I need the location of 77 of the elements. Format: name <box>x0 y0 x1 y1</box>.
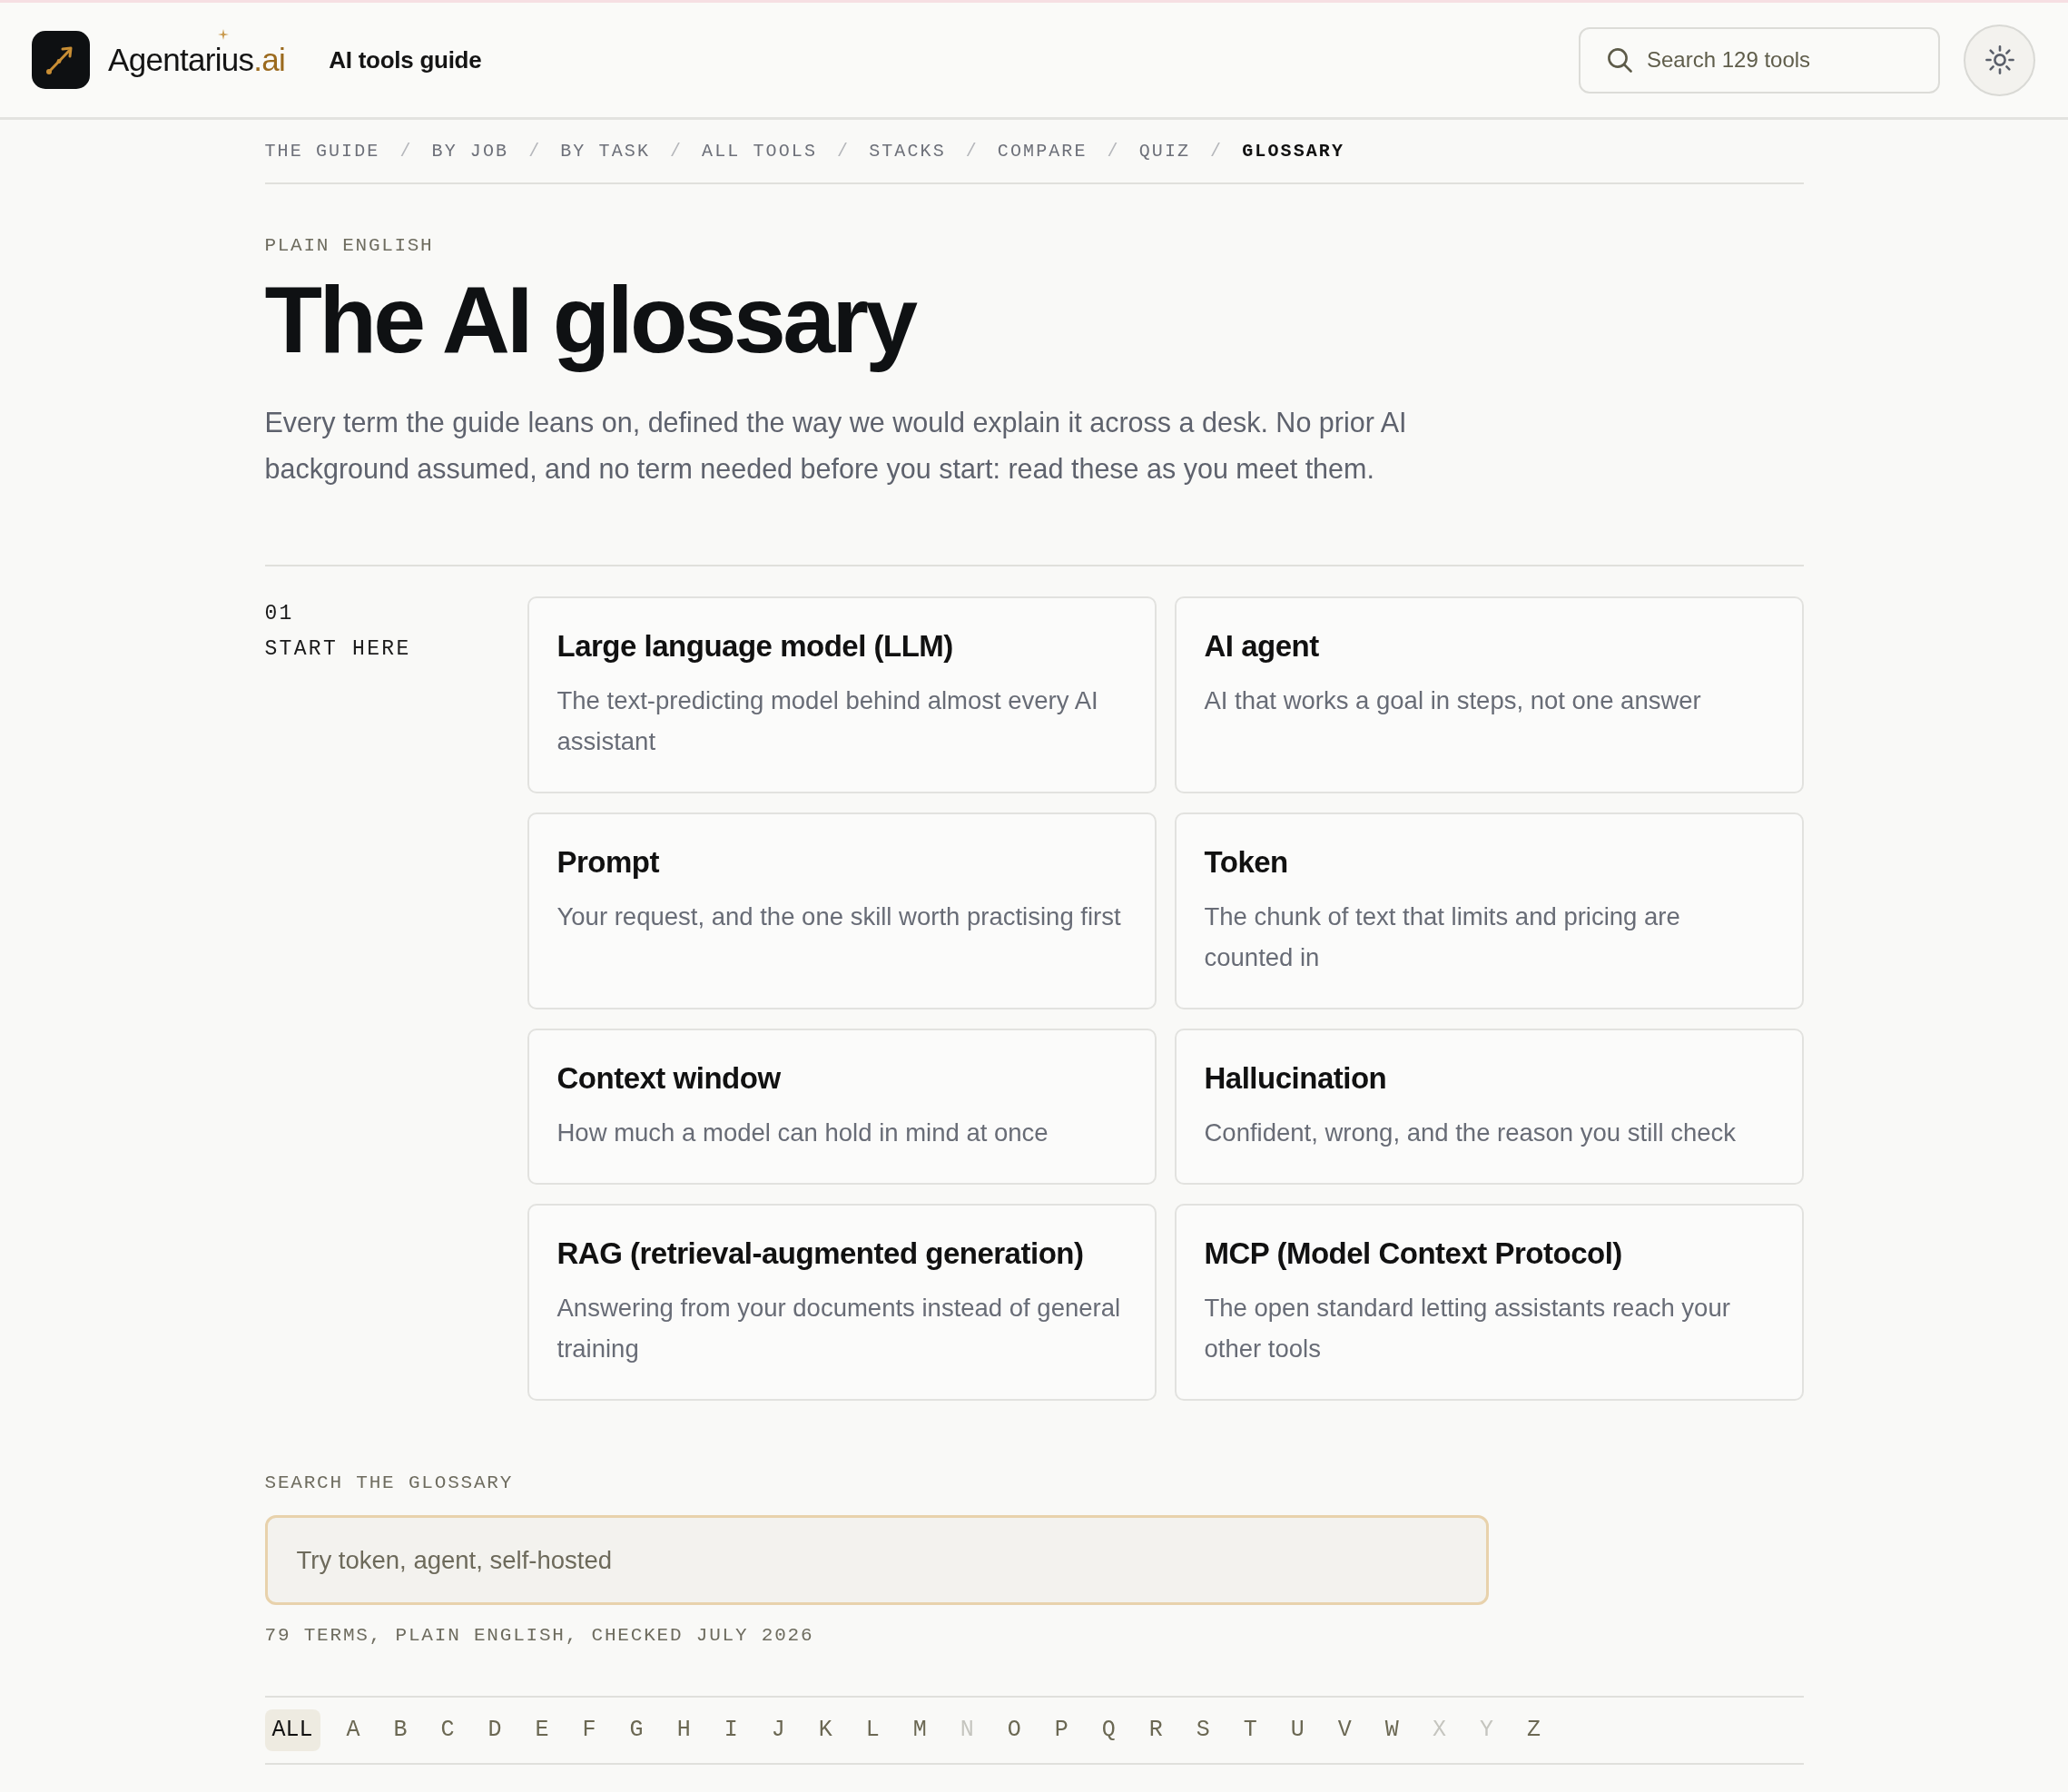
search-label: SEARCH THE GLOSSARY <box>264 1472 515 1495</box>
sparkle-icon <box>218 29 229 40</box>
letter-filter[interactable]: K <box>811 1709 840 1751</box>
sun-icon <box>1984 45 2014 74</box>
letter-filter[interactable]: G <box>622 1709 651 1751</box>
term-title: AI agent <box>1204 628 1320 665</box>
term-definition: Answering from your documents instead of general training <box>556 1293 1122 1364</box>
breadcrumb-link[interactable]: BY JOB <box>431 139 509 164</box>
eyebrow-label: PLAIN ENGLISH <box>264 234 435 258</box>
letter-filter[interactable]: I <box>716 1709 745 1751</box>
letter-filter[interactable]: H <box>669 1709 698 1751</box>
letter-filter[interactable]: T <box>1236 1709 1265 1751</box>
term-card[interactable]: Prompt Your request, and the one skill worth practising first <box>527 812 1157 1009</box>
letter-filter[interactable]: Z <box>1519 1709 1548 1751</box>
breadcrumb-separator: / <box>965 140 979 163</box>
breadcrumb-link[interactable]: ALL TOOLS <box>702 139 817 164</box>
letter-filter[interactable]: L <box>858 1709 887 1751</box>
term-card[interactable]: MCP (Model Context Protocol) The open standard letting assistants reach your other tools <box>1174 1204 1804 1401</box>
breadcrumb-link[interactable]: COMPARE <box>997 139 1088 164</box>
letter-filter[interactable]: W <box>1377 1709 1406 1751</box>
term-card[interactable]: RAG (retrieval-augmented generation) Answering from your documents instead of general training <box>527 1204 1157 1401</box>
letter-filter[interactable]: R <box>1141 1709 1170 1751</box>
breadcrumb-link[interactable]: THE GUIDE <box>264 139 380 164</box>
breadcrumb-link[interactable]: QUIZ <box>1138 139 1191 164</box>
letter-filter[interactable]: E <box>527 1709 556 1751</box>
breadcrumb-link[interactable]: BY TASK <box>560 139 650 164</box>
breadcrumb-separator: / <box>1210 140 1224 163</box>
letter-filter[interactable]: Q <box>1094 1709 1123 1751</box>
breadcrumb-separator: / <box>528 140 542 163</box>
term-card[interactable]: Context window How much a model can hold in mind at once <box>527 1029 1157 1185</box>
letter-filter[interactable]: P <box>1047 1709 1076 1751</box>
brand-name[interactable]: Agentarius.ai <box>108 41 286 79</box>
term-definition: The chunk of text that limits and pricing are counted in <box>1204 901 1681 973</box>
letter-filter[interactable]: B <box>386 1709 415 1751</box>
letter-filter[interactable]: A <box>339 1709 368 1751</box>
letter-filter[interactable]: D <box>480 1709 509 1751</box>
term-title: Context window <box>556 1060 782 1097</box>
term-title: MCP (Model Context Protocol) <box>1204 1236 1623 1272</box>
section-title: START HERE <box>264 636 412 663</box>
breadcrumb-separator: / <box>837 140 851 163</box>
letter-filter[interactable]: M <box>905 1709 934 1751</box>
term-definition: AI that works a goal in steps, not one answer <box>1204 685 1702 716</box>
term-title: Hallucination <box>1204 1060 1388 1097</box>
breadcrumb-separator: / <box>399 140 413 163</box>
breadcrumb-link[interactable]: GLOSSARY <box>1242 139 1345 164</box>
breadcrumb-separator: / <box>670 140 684 163</box>
guide-title: AI tools guide <box>329 44 482 75</box>
term-definition: Your request, and the one skill worth practising first <box>556 901 1122 932</box>
term-definition: How much a model can hold in mind at once <box>556 1118 1049 1148</box>
search-field[interactable]: Search 129 tools <box>1579 26 1940 94</box>
letter-filter[interactable]: V <box>1330 1709 1359 1751</box>
search-caption: 79 TERMS, PLAIN ENGLISH, CHECKED JULY 2026 <box>264 1624 815 1648</box>
section-number: 01 <box>264 601 295 627</box>
term-definition: Confident, wrong, and the reason you still check <box>1204 1118 1737 1148</box>
term-definition: The text-predicting model behind almost every AI assistant <box>556 685 1099 757</box>
term-card[interactable]: Token The chunk of text that limits and pricing are counted in <box>1174 812 1804 1009</box>
term-title: RAG (retrieval-augmented generation) <box>556 1236 1085 1272</box>
term-title: Token <box>1204 844 1289 881</box>
term-card[interactable]: Large language model (LLM) The text-predicting model behind almost every AI assistant <box>527 596 1157 793</box>
search-icon <box>1607 46 1632 73</box>
page-intro: Every term the guide leans on, defined the way we would explain it across a desk. No prior AI background assumed, and no term needed before you start: read these as you meet them. <box>264 406 1408 487</box>
term-title: Large language model (LLM) <box>556 628 954 665</box>
term-card[interactable]: Hallucination Confident, wrong, and the reason you still check <box>1174 1029 1804 1185</box>
letter-filter[interactable]: O <box>1000 1709 1029 1751</box>
breadcrumb-separator: / <box>1107 140 1120 163</box>
glossary-search-field[interactable]: Try token, agent, self-hosted <box>264 1515 1489 1605</box>
logo-icon[interactable] <box>32 31 90 89</box>
letter-filter[interactable]: U <box>1283 1709 1312 1751</box>
term-title: Prompt <box>556 844 661 881</box>
breadcrumb-link[interactable]: STACKS <box>869 139 946 164</box>
letter-filter[interactable]: ALL <box>264 1709 320 1751</box>
letter-filter[interactable]: S <box>1188 1709 1217 1751</box>
term-definition: The open standard letting assistants reach your other tools <box>1204 1293 1731 1364</box>
letter-filter[interactable]: C <box>433 1709 462 1751</box>
term-card[interactable]: AI agent AI that works a goal in steps, not one answer <box>1174 596 1804 793</box>
letter-filter[interactable]: J <box>763 1709 793 1751</box>
letter-filter[interactable]: F <box>575 1709 604 1751</box>
